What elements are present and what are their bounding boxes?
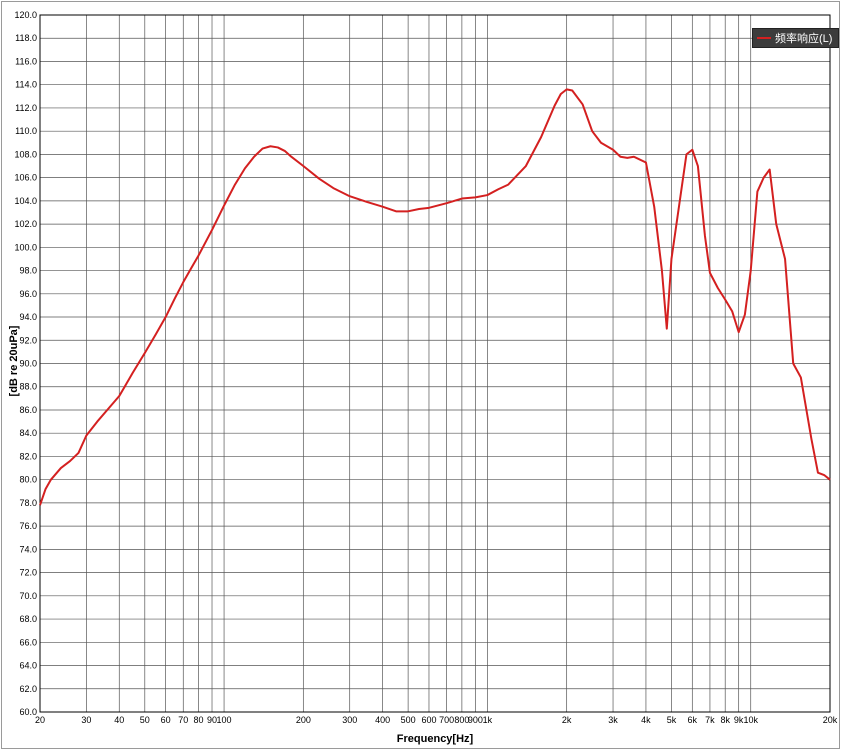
y-tick-label: 76.0 — [19, 521, 37, 531]
y-tick-label: 90.0 — [19, 359, 37, 369]
y-tick-label: 106.0 — [14, 173, 37, 183]
x-tick-label: 900 — [468, 715, 483, 725]
y-tick-label: 66.0 — [19, 637, 37, 647]
y-tick-label: 94.0 — [19, 312, 37, 322]
x-tick-label: 200 — [296, 715, 311, 725]
y-tick-label: 84.0 — [19, 428, 37, 438]
x-tick-label: 70 — [178, 715, 188, 725]
y-tick-label: 110.0 — [15, 126, 37, 136]
y-tick-label: 102.0 — [14, 219, 37, 229]
x-tick-label: 100 — [217, 715, 232, 725]
y-tick-label: 100.0 — [14, 242, 37, 252]
x-tick-label: 20 — [35, 715, 45, 725]
x-tick-label: 20k — [823, 715, 838, 725]
x-tick-label: 700 — [439, 715, 454, 725]
y-tick-label: 118.0 — [15, 33, 37, 43]
x-tick-label: 4k — [641, 715, 651, 725]
y-tick-label: 70.0 — [19, 591, 37, 601]
x-tick-label: 3k — [608, 715, 618, 725]
x-tick-label: 90 — [207, 715, 217, 725]
x-tick-label: 7k — [705, 715, 715, 725]
y-axis-label: [dB re 20uPa] — [8, 325, 20, 397]
y-tick-label: 68.0 — [19, 614, 37, 624]
y-tick-label: 104.0 — [14, 196, 37, 206]
x-tick-label: 60 — [161, 715, 171, 725]
y-tick-label: 92.0 — [19, 335, 37, 345]
y-tick-label: 98.0 — [19, 266, 37, 276]
x-tick-label: 300 — [342, 715, 357, 725]
x-tick-label: 8k — [720, 715, 730, 725]
y-tick-label: 86.0 — [19, 405, 37, 415]
legend-label: 频率响应(L) — [775, 33, 833, 45]
x-tick-label: 9k — [734, 715, 744, 725]
y-tick-label: 112.0 — [15, 103, 37, 113]
y-tick-label: 96.0 — [19, 289, 37, 299]
x-tick-label: 400 — [375, 715, 390, 725]
y-tick-label: 74.0 — [19, 544, 37, 554]
x-axis-label: Frequency[Hz] — [396, 733, 474, 745]
y-tick-label: 64.0 — [19, 661, 37, 671]
x-tick-label: 2k — [562, 715, 572, 725]
y-tick-label: 108.0 — [14, 149, 37, 159]
x-tick-label: 80 — [194, 715, 204, 725]
y-tick-label: 114.0 — [15, 80, 37, 90]
y-tick-label: 80.0 — [19, 475, 37, 485]
frequency-response-chart: 60.062.064.066.068.070.072.074.076.078.0… — [14, 10, 838, 725]
legend: 频率响应(L) — [752, 28, 840, 48]
legend-swatch — [757, 37, 771, 39]
y-tick-label: 120.0 — [14, 10, 37, 20]
x-tick-label: 10k — [743, 715, 758, 725]
x-tick-label: 40 — [114, 715, 124, 725]
y-tick-label: 82.0 — [19, 451, 37, 461]
x-tick-label: 6k — [688, 715, 698, 725]
y-tick-label: 78.0 — [19, 498, 37, 508]
x-tick-label: 600 — [421, 715, 436, 725]
x-tick-label: 30 — [81, 715, 91, 725]
y-tick-label: 88.0 — [19, 382, 37, 392]
x-tick-label: 1k — [483, 715, 493, 725]
x-tick-label: 5k — [667, 715, 677, 725]
y-tick-label: 62.0 — [19, 684, 37, 694]
y-tick-label: 116.0 — [15, 56, 37, 66]
x-tick-label: 500 — [401, 715, 416, 725]
x-tick-label: 50 — [140, 715, 150, 725]
y-tick-label: 72.0 — [19, 568, 37, 578]
